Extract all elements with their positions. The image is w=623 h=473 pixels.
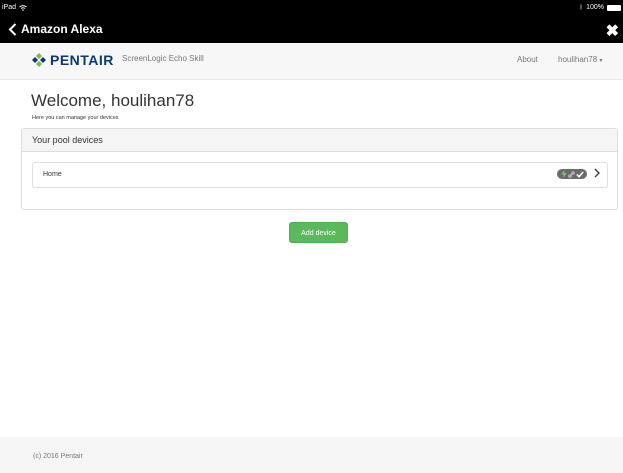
chevron-right-icon [594, 168, 600, 178]
back-label: Amazon Alexa [21, 22, 103, 36]
page-subtitle: Here you can manage your devices [32, 115, 119, 121]
device-name: iPad [2, 4, 17, 11]
link-icon [567, 170, 575, 178]
logo-text: PENTAIR [50, 52, 114, 68]
copyright-text: (c) 2016 Pentair [33, 453, 83, 460]
ios-status-bar: iPad ᛒ 100% [0, 0, 623, 19]
caret-down-icon: ▾ [599, 58, 603, 64]
bluetooth-icon: ᛒ [579, 4, 584, 11]
page-footer: (c) 2016 Pentair [0, 437, 623, 473]
app-header: PENTAIR ScreenLogic Echo Skill About hou… [0, 43, 623, 80]
back-button[interactable]: Amazon Alexa [8, 22, 103, 36]
about-link[interactable]: About [517, 55, 538, 64]
add-device-button[interactable]: Add device [289, 222, 348, 243]
panel-heading: Your pool devices [22, 129, 617, 152]
check-icon [575, 171, 584, 178]
battery-percent: 100% [586, 4, 604, 11]
wifi-icon [19, 4, 27, 11]
browser-nav-bar: Amazon Alexa ✖ [0, 19, 623, 43]
page-title: Welcome, houlihan78 [31, 91, 195, 110]
pentair-logo[interactable]: PENTAIR [32, 52, 114, 68]
close-icon[interactable]: ✖ [606, 21, 619, 41]
chevron-left-icon [8, 22, 17, 36]
user-menu[interactable]: houlihan78 ▾ [558, 55, 602, 64]
status-badge [557, 169, 587, 179]
panel-title: Your pool devices [32, 135, 103, 145]
pentair-diamond-icon [32, 53, 46, 67]
bolt-icon [561, 170, 566, 178]
user-name: houlihan78 [558, 55, 598, 64]
brand-name[interactable]: ScreenLogic Echo Skill [122, 54, 204, 63]
list-item[interactable]: Home [32, 162, 608, 188]
battery-icon [607, 4, 621, 11]
device-name-label: Home [43, 171, 62, 178]
status-right: ᛒ 100% [579, 4, 621, 11]
devices-panel: Your pool devices Home [21, 128, 618, 210]
status-left: iPad [2, 4, 27, 11]
